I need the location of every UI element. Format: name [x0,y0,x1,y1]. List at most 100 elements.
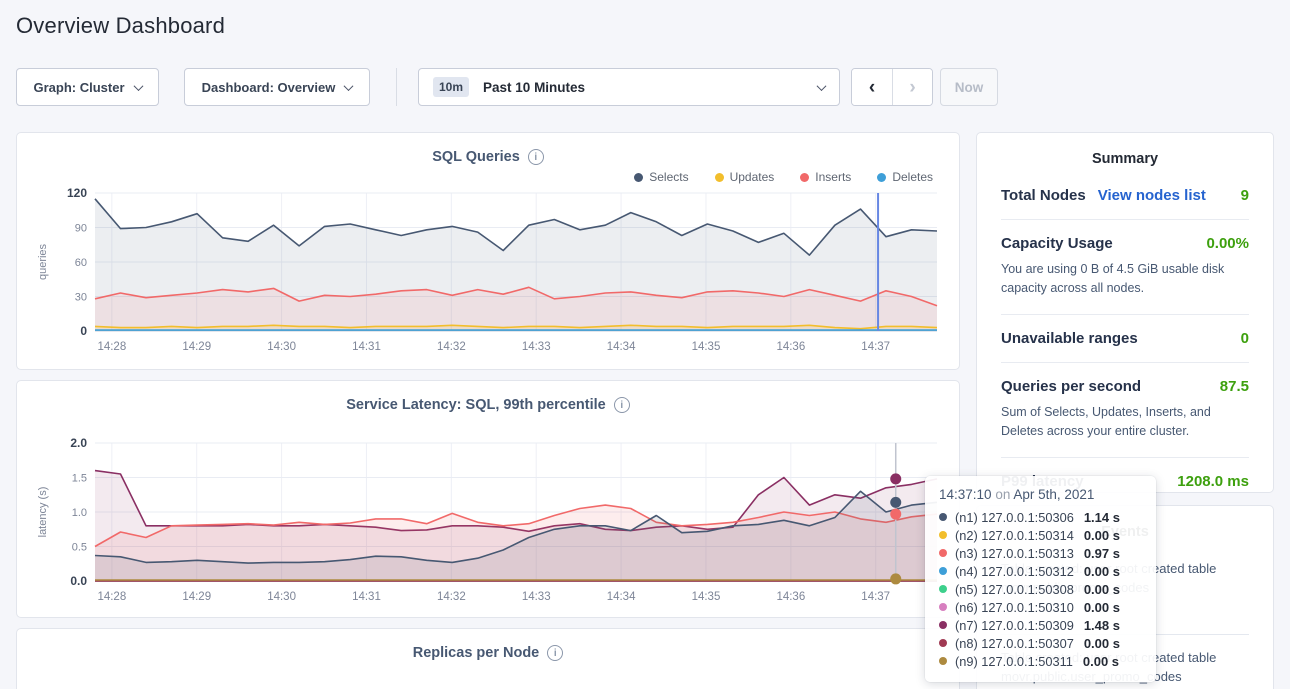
legend-label: Inserts [815,170,851,184]
range-badge: 10m [433,77,469,97]
divider [1001,457,1249,458]
service-latency-chart[interactable]: 14:2814:2914:3014:3114:3214:3314:3414:35… [33,437,945,607]
svg-text:14:33: 14:33 [522,341,551,353]
svg-text:14:35: 14:35 [692,591,721,603]
node-value: 0.00 s [1084,564,1120,579]
range-step-group: ‹ › [851,68,933,106]
chart-title-text: Replicas per Node [413,645,540,661]
tooltip-conjunction: on [995,487,1010,502]
node-value: 0.97 s [1084,546,1120,561]
series-dot-icon [939,585,947,593]
svg-text:1.5: 1.5 [72,473,87,485]
graph-selector-dropdown[interactable]: Graph: Cluster [16,68,159,106]
series-dot-icon [939,621,947,629]
chevron-down-icon [133,81,143,91]
node-value: 0.00 s [1084,528,1120,543]
svg-text:14:32: 14:32 [437,591,466,603]
svg-text:14:32: 14:32 [437,341,466,353]
chart-legend: Selects Updates Inserts Deletes [17,165,959,185]
svg-text:14:33: 14:33 [522,591,551,603]
time-range-dropdown[interactable]: 10m Past 10 Minutes [418,68,840,106]
next-range-button[interactable]: › [892,69,932,105]
series-dot-icon [939,549,947,557]
qps-value: 87.5 [1220,378,1249,395]
node-value: 0.00 s [1084,582,1120,597]
legend-item-inserts[interactable]: Inserts [800,169,851,185]
legend-label: Updates [730,170,775,184]
prev-range-button[interactable]: ‹ [852,69,892,105]
svg-text:14:34: 14:34 [607,341,636,353]
chart-title-replicas: Replicas per Node [17,629,959,661]
series-dot-icon [939,531,947,539]
svg-text:14:31: 14:31 [352,591,381,603]
series-dot-icon [939,657,947,665]
tooltip-row: (n7) 127.0.0.1:503091.48 s [939,616,1142,634]
summary-row-unavailable-ranges: Unavailable ranges 0 [1001,330,1249,347]
dashboard-selector-label: Dashboard: Overview [202,80,336,95]
tooltip-row: (n4) 127.0.0.1:50312 0.00 s [939,562,1142,580]
legend-item-selects[interactable]: Selects [634,169,688,185]
svg-text:14:36: 14:36 [776,591,805,603]
total-nodes-value: 9 [1241,187,1249,204]
svg-text:14:35: 14:35 [692,341,721,353]
svg-text:14:37: 14:37 [861,591,890,603]
svg-text:0.0: 0.0 [70,574,87,588]
node-label: (n1) 127.0.0.1:50306 [955,510,1074,525]
dashboard-selector-dropdown[interactable]: Dashboard: Overview [184,68,370,106]
svg-text:14:28: 14:28 [97,341,126,353]
service-latency-card: Service Latency: SQL, 99th percentile 14… [16,380,960,618]
p99-latency-value: 1208.0 ms [1177,473,1249,490]
chart-title-sql-queries: SQL Queries [17,133,959,165]
sql-queries-card: SQL Queries Selects Updates Inserts Dele… [16,132,960,370]
summary-row-qps: Queries per second 87.5 Sum of Selects, … [1001,378,1249,442]
node-value: 1.14 s [1084,510,1120,525]
capacity-usage-value: 0.00% [1206,235,1249,252]
node-value: 0.00 s [1084,600,1120,615]
total-nodes-label: Total Nodes [1001,187,1086,204]
summary-panel: Summary Total Nodes View nodes list 9 Ca… [976,132,1274,493]
legend-label: Selects [649,170,688,184]
node-label: (n4) 127.0.0.1:50312 [955,564,1074,579]
graph-selector-label: Graph: Cluster [33,80,124,95]
range-label: Past 10 Minutes [483,80,804,95]
info-icon[interactable] [528,149,544,165]
svg-text:14:30: 14:30 [267,341,296,353]
divider [1001,314,1249,315]
node-value: 1.48 s [1084,618,1120,633]
page-title: Overview Dashboard [16,13,225,39]
svg-text:30: 30 [75,292,87,304]
series-dot-icon [939,639,947,647]
series-dot-icon [939,513,947,521]
legend-item-deletes[interactable]: Deletes [877,169,933,185]
sql-queries-chart[interactable]: 14:2814:2914:3014:3114:3214:3314:3414:35… [33,187,945,357]
svg-text:14:31: 14:31 [352,341,381,353]
series-dot-icon [939,567,947,575]
tooltip-timestamp: 14:37:10 on Apr 5th, 2021 [939,487,1142,502]
tooltip-date: Apr 5th, 2021 [1013,487,1094,502]
node-label: (n6) 127.0.0.1:50310 [955,600,1074,615]
tooltip-row: (n2) 127.0.0.1:503140.00 s [939,526,1142,544]
legend-label: Deletes [892,170,933,184]
tooltip-row: (n1) 127.0.0.1:50306 1.14 s [939,508,1142,526]
summary-row-total-nodes: Total Nodes View nodes list 9 [1001,187,1249,204]
now-button[interactable]: Now [940,68,998,106]
info-icon[interactable] [547,645,563,661]
tooltip-time: 14:37:10 [939,487,992,502]
node-label: (n9) 127.0.0.1:50311 [955,654,1073,669]
node-label: (n5) 127.0.0.1:50308 [955,582,1074,597]
legend-item-updates[interactable]: Updates [715,169,775,185]
svg-text:14:36: 14:36 [776,341,805,353]
svg-text:14:28: 14:28 [97,591,126,603]
chart-title-service-latency: Service Latency: SQL, 99th percentile [17,381,959,413]
tooltip-row: (n6) 127.0.0.1:50310 0.00 s [939,598,1142,616]
svg-text:2.0: 2.0 [70,437,87,450]
tooltip-row: (n8) 127.0.0.1:503070.00 s [939,634,1142,652]
qps-label: Queries per second [1001,378,1141,395]
node-label: (n3) 127.0.0.1:50313 [955,546,1074,561]
svg-text:14:37: 14:37 [861,341,890,353]
svg-text:latency (s): latency (s) [37,487,49,538]
divider [1001,362,1249,363]
svg-text:120: 120 [67,187,87,200]
view-nodes-list-link[interactable]: View nodes list [1098,187,1206,204]
info-icon[interactable] [614,397,630,413]
